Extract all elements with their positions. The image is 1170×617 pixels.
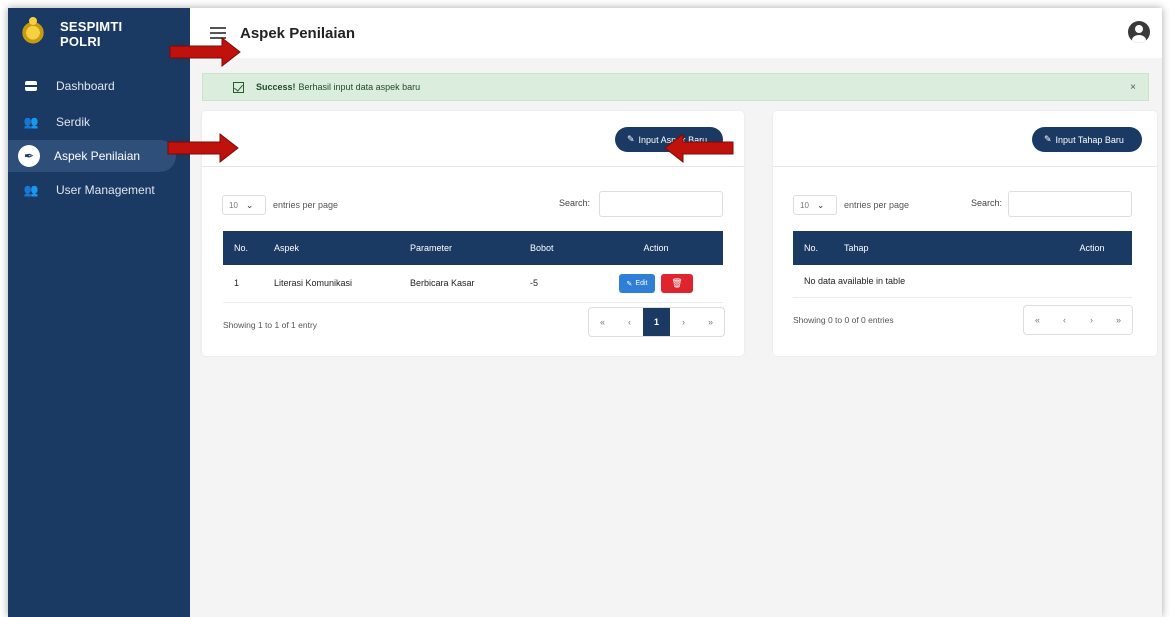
- user-avatar-icon[interactable]: [1128, 21, 1150, 43]
- sidebar-item-label: Serdik: [56, 115, 91, 129]
- next-page-button[interactable]: ›: [1078, 306, 1105, 334]
- column-header: Action: [1079, 243, 1105, 253]
- table-header-row: No. Aspek Parameter Bobot Action: [223, 231, 723, 265]
- annotation-arrow-right: [167, 132, 239, 164]
- sidebar-item-aspek-penilaian[interactable]: ✒ Aspek Penilaian: [8, 140, 176, 172]
- cell-bobot: -5: [519, 265, 589, 303]
- showing-info: Showing 1 to 1 of 1 entry: [223, 320, 318, 330]
- delete-button[interactable]: 🗑: [661, 273, 693, 293]
- column-header[interactable]: No.: [793, 231, 833, 265]
- column-header[interactable]: Bobot: [519, 231, 589, 265]
- search-input[interactable]: [1008, 191, 1132, 217]
- entries-select[interactable]: 10 ⌄: [222, 195, 266, 215]
- entries-label: entries per page: [844, 200, 910, 210]
- column-header[interactable]: Parameter: [399, 231, 519, 265]
- search-label: Search:: [971, 198, 1003, 208]
- users-icon: 👥: [23, 115, 39, 129]
- annotation-arrow-left: [664, 132, 734, 164]
- sidebar-nav: Dashboard 👥 Serdik ✒ Aspek Penilaian 👥 U…: [8, 68, 190, 208]
- entries-label: entries per page: [273, 200, 339, 210]
- edit-icon: ✎: [626, 280, 633, 288]
- first-page-button[interactable]: «: [1024, 306, 1051, 334]
- pagination: « ‹ 1 › »: [588, 307, 725, 337]
- entries-control: 10 ⌄ entries per page: [222, 193, 338, 217]
- input-tahap-baru-button[interactable]: ✎ Input Tahap Baru: [1032, 127, 1142, 152]
- database-icon: [24, 80, 38, 92]
- first-page-button[interactable]: «: [589, 308, 616, 336]
- prev-page-button[interactable]: ‹: [1051, 306, 1078, 334]
- page-1-button[interactable]: 1: [643, 308, 670, 336]
- entries-value: 10: [800, 200, 809, 210]
- table-row: 1 Literasi Komunikasi Berbicara Kasar -5…: [223, 265, 723, 303]
- sidebar-item-user-management[interactable]: 👥 User Management: [8, 172, 190, 208]
- tahap-table: No. Tahap Action No data available in ta…: [793, 231, 1132, 298]
- button-label: Input Tahap Baru: [1055, 134, 1124, 145]
- entries-control: 10 ⌄ entries per page: [793, 193, 909, 217]
- edit-label: Edit: [635, 280, 648, 287]
- cell-parameter: Berbicara Kasar: [399, 265, 519, 303]
- sidebar: SESPIMTI POLRI Dashboard 👥 Serdik ✒ Aspe…: [8, 8, 190, 617]
- entries-value: 10: [229, 200, 238, 210]
- showing-info: Showing 0 to 0 of 0 entries: [793, 315, 894, 325]
- column-header[interactable]: Tahap: [833, 231, 1052, 265]
- checkbox-check-icon: [233, 81, 244, 93]
- edit-icon: ✎: [1044, 134, 1052, 144]
- search-input[interactable]: [599, 191, 723, 217]
- alert-close-button[interactable]: ×: [1130, 82, 1136, 93]
- page-title: Aspek Penilaian: [240, 24, 356, 42]
- column-header[interactable]: No.: [223, 231, 263, 265]
- empty-table-message: No data available in table: [793, 265, 1132, 298]
- edit-button[interactable]: ✎ Edit: [619, 274, 655, 293]
- card-header: ✎ Input Tahap Baru: [773, 111, 1157, 167]
- success-alert: Success! Berhasil input data aspek baru …: [202, 73, 1149, 101]
- cell-aspek: Literasi Komunikasi: [263, 265, 399, 303]
- police-logo-icon: [20, 17, 46, 47]
- sidebar-item-label: Dashboard: [56, 79, 115, 93]
- table-header-row: No. Tahap Action: [793, 231, 1132, 265]
- search-label: Search:: [559, 198, 591, 208]
- users-icon: 👥: [23, 183, 39, 197]
- edit-icon: ✎: [627, 134, 635, 144]
- app-window: SESPIMTI POLRI Dashboard 👥 Serdik ✒ Aspe…: [8, 8, 1162, 617]
- next-page-button[interactable]: ›: [670, 308, 697, 336]
- sidebar-item-serdik[interactable]: 👥 Serdik: [8, 104, 190, 140]
- alert-strong: Success!: [256, 82, 296, 92]
- chevron-down-icon: ⌄: [245, 199, 254, 210]
- entries-select[interactable]: 10 ⌄: [793, 195, 837, 215]
- column-header[interactable]: Aspek: [263, 231, 399, 265]
- chevron-down-icon: ⌄: [816, 199, 825, 210]
- annotation-arrow-right: [169, 36, 241, 68]
- top-bar: Aspek Penilaian: [190, 8, 1162, 58]
- pen-icon: ✒: [18, 145, 40, 167]
- cell-action: ✎ Edit 🗑: [589, 265, 723, 303]
- prev-page-button[interactable]: ‹: [616, 308, 643, 336]
- tahap-card: ✎ Input Tahap Baru 10 ⌄ entries per page…: [773, 111, 1157, 356]
- sidebar-item-label: User Management: [56, 183, 155, 197]
- cell-no: 1: [223, 265, 263, 303]
- sidebar-item-dashboard[interactable]: Dashboard: [8, 68, 190, 104]
- column-header: Action: [643, 243, 669, 253]
- aspek-table: No. Aspek Parameter Bobot Action 1 Liter…: [223, 231, 723, 303]
- last-page-button[interactable]: »: [697, 308, 724, 336]
- brand[interactable]: SESPIMTI POLRI: [8, 8, 190, 60]
- brand-line2: POLRI: [60, 34, 101, 49]
- alert-message: Berhasil input data aspek baru: [298, 82, 421, 92]
- pagination: « ‹ › »: [1023, 305, 1133, 335]
- trash-icon: 🗑: [671, 277, 683, 288]
- brand-line1: SESPIMTI: [60, 19, 123, 34]
- sidebar-item-label: Aspek Penilaian: [54, 149, 141, 163]
- table-row: No data available in table: [793, 265, 1132, 298]
- last-page-button[interactable]: »: [1105, 306, 1132, 334]
